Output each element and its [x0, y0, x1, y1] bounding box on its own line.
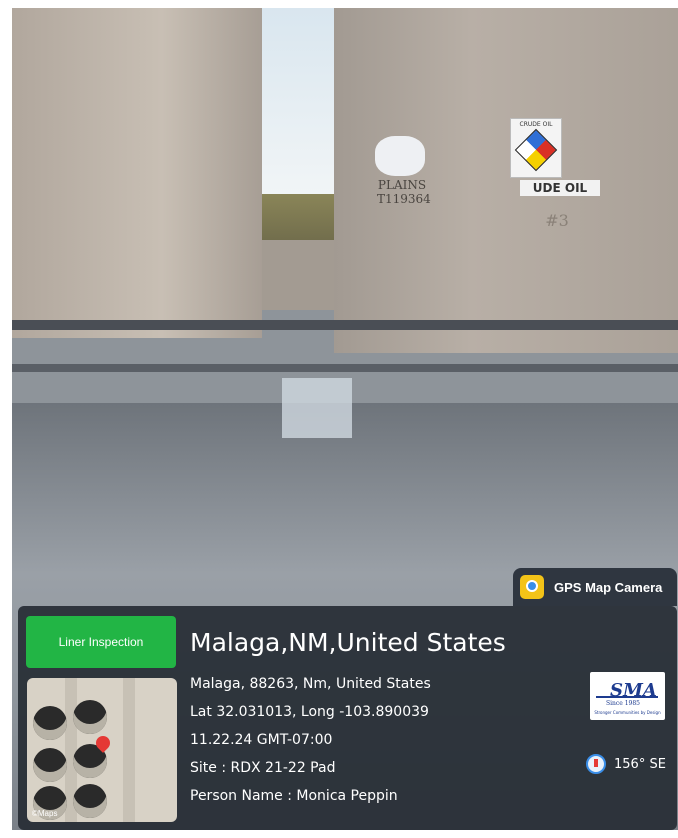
- pipe-upper: [12, 320, 678, 330]
- horizon: [260, 194, 340, 246]
- liner-inspection-tag[interactable]: Liner Inspection: [26, 616, 176, 668]
- sma-logo-swoosh: [596, 696, 658, 698]
- mini-map[interactable]: ©Maps: [27, 678, 177, 822]
- gps-map-camera-tag: GPS Map Camera: [513, 568, 677, 606]
- sma-logo-since: Since 1985: [606, 700, 640, 707]
- person-line: Person Name : Monica Peppin: [190, 788, 398, 804]
- datetime-line: 11.22.24 GMT-07:00: [190, 732, 333, 748]
- crude-oil-label: UDE OIL: [520, 180, 600, 196]
- sma-logo-tagline: Stronger Communities by Design: [594, 710, 661, 715]
- hazmat-title: CRUDE OIL: [519, 121, 553, 128]
- map-tank: [73, 700, 107, 734]
- location-info-panel: Liner Inspection ©Maps Malaga,NM,United …: [18, 606, 677, 830]
- gps-map-camera-label: GPS Map Camera: [554, 579, 663, 595]
- compass-heading: 156° SE: [586, 754, 666, 774]
- hazmat-placard: CRUDE OIL: [510, 118, 562, 178]
- pipe-lower: [12, 364, 678, 372]
- address-line: Malaga, 88263, Nm, United States: [190, 676, 431, 692]
- tank-number: #3: [545, 211, 569, 230]
- coordinates-line: Lat 32.031013, Long -103.890039: [190, 704, 429, 720]
- map-tank: [73, 784, 107, 818]
- compass-icon: [586, 754, 606, 774]
- map-road: [123, 678, 135, 822]
- site-line: Site : RDX 21-22 Pad: [190, 760, 336, 776]
- map-tank: [33, 748, 67, 782]
- containment-wall: [260, 240, 340, 310]
- compass-value: 156° SE: [614, 756, 666, 772]
- water-puddle: [282, 378, 352, 438]
- sma-logo: SMA Since 1985 Stronger Communities by D…: [590, 672, 665, 720]
- tank-marking: PLAINS T119364: [377, 178, 431, 206]
- tank-left: [12, 8, 262, 338]
- gps-map-camera-logo-icon: [520, 575, 544, 599]
- maps-attribution: ©Maps: [32, 809, 58, 818]
- hazmat-diamond-icon: [514, 128, 558, 172]
- painted-logo: [375, 136, 425, 176]
- location-title: Malaga,NM,United States: [190, 628, 506, 657]
- map-tank: [33, 706, 67, 740]
